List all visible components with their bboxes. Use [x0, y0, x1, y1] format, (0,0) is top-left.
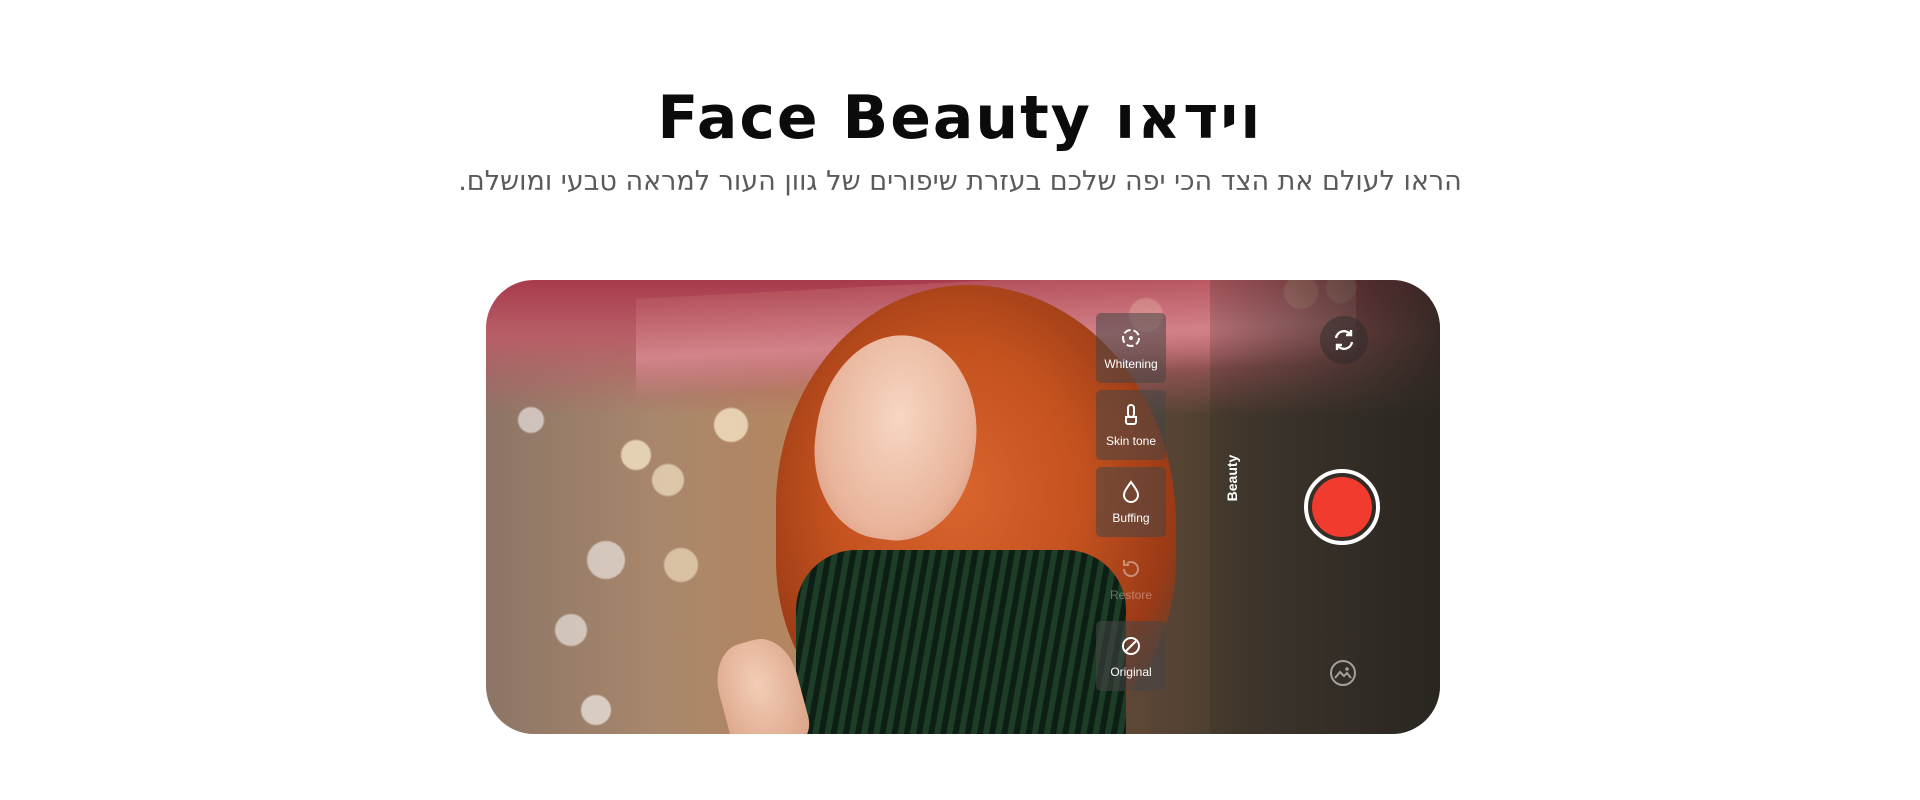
record-button-fill — [1312, 477, 1372, 537]
page-subtitle: הראו לעולם את הצד הכי יפה שלכם בעזרת שיפ… — [458, 166, 1462, 197]
original-icon — [1122, 637, 1140, 655]
switch-camera-icon — [1334, 330, 1354, 350]
gallery-icon — [1330, 660, 1356, 686]
tool-restore[interactable]: Restore — [1096, 544, 1166, 614]
tool-label: Whitening — [1104, 357, 1158, 371]
mode-label[interactable]: Beauty — [1224, 448, 1240, 508]
tool-buffing[interactable]: Buffing — [1096, 467, 1166, 537]
subject-sweater — [796, 550, 1126, 734]
gallery-button[interactable] — [1328, 658, 1358, 688]
skin-tone-icon — [1125, 404, 1137, 425]
tool-label: Original — [1110, 665, 1152, 679]
tool-label: Restore — [1109, 588, 1153, 602]
restore-icon — [1122, 560, 1139, 578]
beauty-tools-panel: Whitening Skin tone Buffing Restore Orig… — [1096, 313, 1166, 698]
page-title: Face Beauty וידאו — [657, 83, 1263, 153]
switch-camera-button[interactable] — [1320, 316, 1368, 364]
tool-skin-tone[interactable]: Skin tone — [1096, 390, 1166, 460]
buffing-icon — [1122, 480, 1140, 503]
tool-label: Skin tone — [1105, 434, 1157, 448]
tool-label: Buffing — [1112, 511, 1150, 525]
tool-original[interactable]: Original — [1096, 621, 1166, 691]
whitening-icon — [1122, 329, 1140, 347]
record-button[interactable] — [1304, 469, 1380, 545]
camera-preview: Whitening Skin tone Buffing Restore Orig… — [486, 280, 1440, 734]
tool-whitening[interactable]: Whitening — [1096, 313, 1166, 383]
